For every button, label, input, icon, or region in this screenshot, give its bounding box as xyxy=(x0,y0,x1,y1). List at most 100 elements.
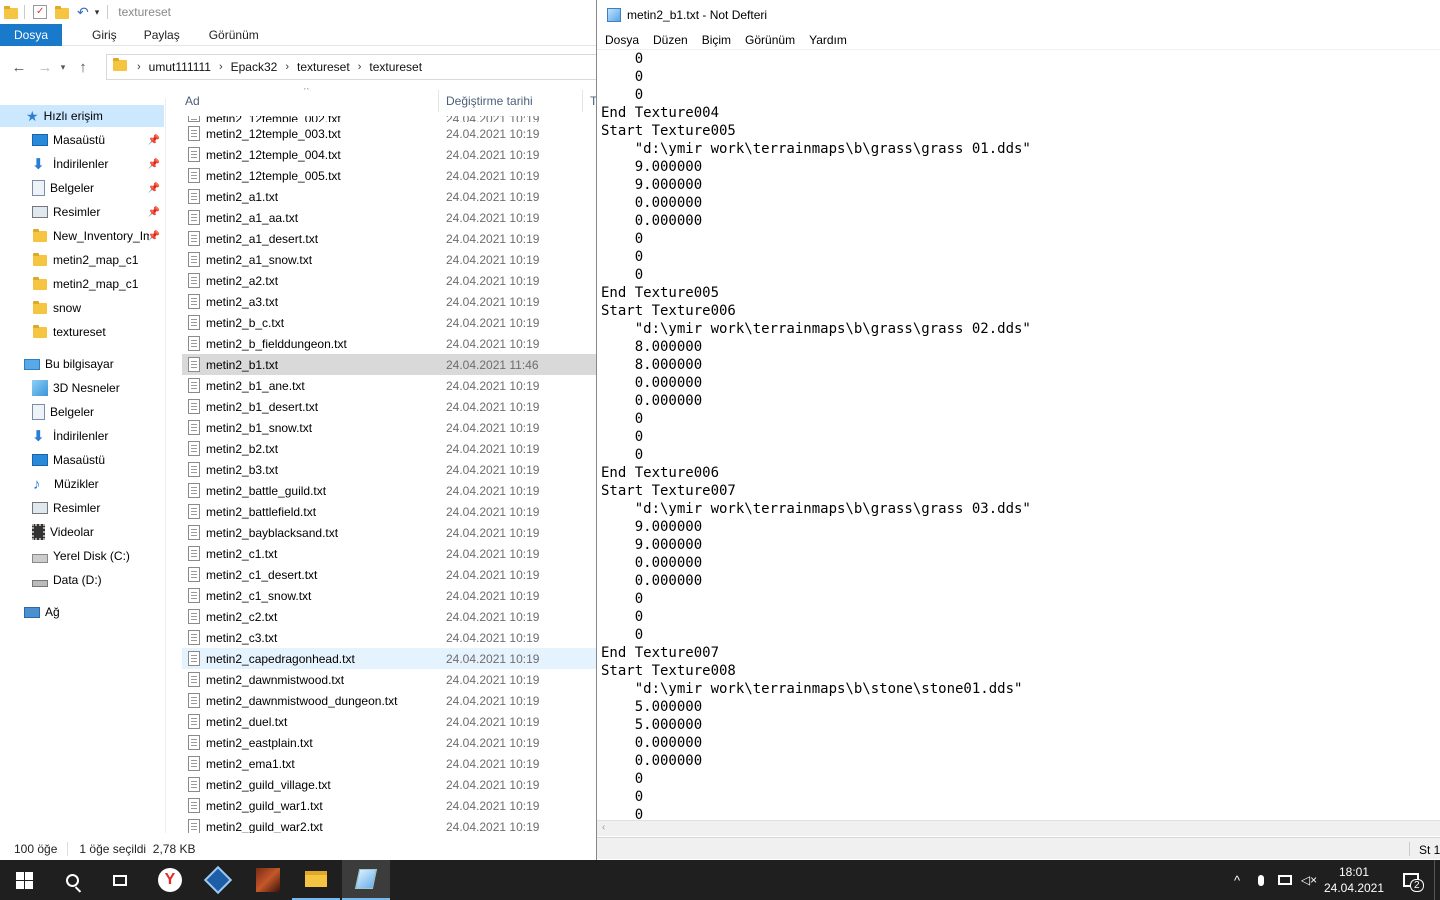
breadcrumb-item[interactable]: umut111111 xyxy=(149,60,211,74)
tab-share[interactable]: Paylaş xyxy=(130,24,193,46)
table-row[interactable]: metin2_battle_guild.txt 24.04.2021 10:19 xyxy=(182,480,598,501)
table-row[interactable]: metin2_capedragonhead.txt 24.04.2021 10:1… xyxy=(182,648,598,669)
pin-icon[interactable]: 📌 xyxy=(148,231,160,242)
tab-home[interactable]: Giriş xyxy=(62,24,130,46)
table-row[interactable]: metin2_a1_snow.txt 24.04.2021 10:19 xyxy=(182,249,598,270)
virtualbox-button[interactable] xyxy=(194,860,242,900)
task-view-button[interactable] xyxy=(96,860,144,900)
table-row[interactable]: metin2_eastplain.txt 24.04.2021 10:19 xyxy=(182,732,598,753)
nav-documents[interactable]: Belgeler xyxy=(0,401,164,423)
column-divider[interactable] xyxy=(582,90,583,112)
table-row[interactable]: metin2_guild_war1.txt 24.04.2021 10:19 xyxy=(182,795,598,816)
table-row[interactable]: metin2_battlefield.txt 24.04.2021 10:19 xyxy=(182,501,598,522)
breadcrumb-item[interactable]: textureset xyxy=(297,60,350,74)
clock[interactable]: 18:01 24.04.2021 xyxy=(1322,860,1386,900)
network-icon[interactable] xyxy=(1274,860,1296,900)
microphone-icon[interactable] xyxy=(1250,860,1272,900)
nav-downloads[interactable]: ⬇ İndirilenler xyxy=(0,425,164,447)
recent-locations-chevron-icon[interactable]: ▾ xyxy=(56,62,70,73)
table-row[interactable]: metin2_c2.txt 24.04.2021 10:19 xyxy=(182,606,598,627)
nav-folder[interactable]: snow xyxy=(0,297,164,319)
nav-folder[interactable]: textureset xyxy=(0,321,164,343)
menu-file[interactable]: Dosya xyxy=(597,33,646,47)
back-arrow-icon[interactable]: ← xyxy=(8,59,30,76)
start-button[interactable] xyxy=(0,860,48,900)
volume-muted-icon[interactable]: ◁× xyxy=(1298,860,1320,900)
table-row[interactable]: metin2_a1_desert.txt 24.04.2021 10:19 xyxy=(182,228,598,249)
chevron-right-icon[interactable]: › xyxy=(358,61,362,73)
table-row[interactable]: metin2_c1_snow.txt 24.04.2021 10:19 xyxy=(182,585,598,606)
table-row[interactable]: metin2_bayblacksand.txt 24.04.2021 10:19 xyxy=(182,522,598,543)
chevron-right-icon[interactable]: › xyxy=(137,61,141,73)
new-folder-icon[interactable] xyxy=(55,5,69,19)
table-row[interactable]: metin2_guild_war2.txt 24.04.2021 10:19 xyxy=(182,816,598,833)
table-row[interactable]: metin2_a1.txt 24.04.2021 10:19 xyxy=(182,186,598,207)
table-row[interactable]: metin2_c1_desert.txt 24.04.2021 10:19 xyxy=(182,564,598,585)
chevron-right-icon[interactable]: › xyxy=(285,61,289,73)
pin-icon[interactable]: 📌 xyxy=(148,207,160,218)
nav-music[interactable]: ♪ Müzikler xyxy=(0,473,164,495)
address-bar[interactable]: › umut111111 › Epack32 › textureset › te… xyxy=(106,54,598,80)
nav-quick-access[interactable]: ★ Hızlı erişim xyxy=(0,105,164,127)
table-row[interactable]: metin2_b_fielddungeon.txt 24.04.2021 10:1… xyxy=(182,333,598,354)
table-row[interactable]: metin2_a1_aa.txt 24.04.2021 10:19 xyxy=(182,207,598,228)
table-row[interactable]: metin2_12temple_004.txt 24.04.2021 10:19 xyxy=(182,144,598,165)
nav-local-disk-c[interactable]: Yerel Disk (C:) xyxy=(0,545,164,567)
table-row[interactable]: metin2_b1_snow.txt 24.04.2021 10:19 xyxy=(182,417,598,438)
nav-pictures[interactable]: Resimler 📌 xyxy=(0,201,164,223)
table-row[interactable]: metin2_dawnmistwood.txt 24.04.2021 10:19 xyxy=(182,669,598,690)
customize-qat-dropdown-icon[interactable]: ▾ xyxy=(95,7,100,18)
breadcrumb-item[interactable]: textureset xyxy=(369,60,422,74)
nav-folder[interactable]: metin2_map_c1 xyxy=(0,249,164,271)
breadcrumb-item[interactable]: Epack32 xyxy=(231,60,278,74)
table-row[interactable]: metin2_a2.txt 24.04.2021 10:19 xyxy=(182,270,598,291)
nav-downloads[interactable]: ⬇ İndirilenler 📌 xyxy=(0,153,164,175)
table-row[interactable]: metin2_dawnmistwood_dungeon.txt 24.04.202… xyxy=(182,690,598,711)
table-row[interactable]: metin2_12temple_003.txt 24.04.2021 10:19 xyxy=(182,123,598,144)
tab-view[interactable]: Görünüm xyxy=(193,24,272,46)
table-row[interactable]: metin2_duel.txt 24.04.2021 10:19 xyxy=(182,711,598,732)
file-explorer-button[interactable] xyxy=(292,860,340,900)
search-button[interactable] xyxy=(48,860,96,900)
nav-this-pc[interactable]: Bu bilgisayar xyxy=(0,353,164,375)
horizontal-scrollbar[interactable]: ‹ xyxy=(597,820,1440,836)
table-row[interactable]: metin2_a3.txt 24.04.2021 10:19 xyxy=(182,291,598,312)
table-row[interactable]: metin2_b3.txt 24.04.2021 10:19 xyxy=(182,459,598,480)
chevron-right-icon[interactable]: › xyxy=(219,61,223,73)
table-row[interactable]: metin2_guild_village.txt 24.04.2021 10:19 xyxy=(182,774,598,795)
table-row[interactable]: metin2_c1.txt 24.04.2021 10:19 xyxy=(182,543,598,564)
column-header-name[interactable]: Ad xyxy=(185,94,200,108)
notepad-taskbar-button[interactable] xyxy=(342,860,390,900)
column-divider[interactable] xyxy=(438,90,439,112)
show-hidden-icons-chevron[interactable]: ^ xyxy=(1226,860,1248,900)
menu-edit[interactable]: Düzen xyxy=(646,33,695,47)
nav-videos[interactable]: Videolar xyxy=(0,521,164,543)
pin-icon[interactable]: 📌 xyxy=(148,159,160,170)
game-app-button[interactable] xyxy=(244,860,292,900)
table-row[interactable]: metin2_c3.txt 24.04.2021 10:19 xyxy=(182,627,598,648)
table-row[interactable]: metin2_ema1.txt 24.04.2021 10:19 xyxy=(182,753,598,774)
scroll-left-icon[interactable]: ‹ xyxy=(602,822,605,833)
pin-icon[interactable]: 📌 xyxy=(148,183,160,194)
table-row[interactable]: metin2_b1_desert.txt 24.04.2021 10:19 xyxy=(182,396,598,417)
table-row[interactable]: metin2_b1_ane.txt 24.04.2021 10:19 xyxy=(182,375,598,396)
pin-icon[interactable]: 📌 xyxy=(148,135,160,146)
properties-icon[interactable]: ✓ xyxy=(33,5,47,19)
nav-folder[interactable]: New_Inventory_Im 📌 xyxy=(0,225,164,247)
forward-arrow-icon[interactable]: → xyxy=(34,59,56,76)
table-row[interactable]: metin2_12temple_002.txt 24.04.2021 10:19 xyxy=(182,110,598,122)
nav-desktop[interactable]: Masaüstü 📌 xyxy=(0,129,164,151)
table-row[interactable]: metin2_12temple_005.txt 24.04.2021 10:19 xyxy=(182,165,598,186)
yandex-browser-button[interactable]: Y xyxy=(146,860,194,900)
nav-network[interactable]: Ağ xyxy=(0,601,164,623)
title-bar[interactable]: metin2_b1.txt - Not Defteri xyxy=(597,0,1440,30)
notification-center-button[interactable]: 2 xyxy=(1396,860,1426,900)
menu-view[interactable]: Görünüm xyxy=(738,33,802,47)
menu-format[interactable]: Biçim xyxy=(695,33,738,47)
menu-help[interactable]: Yardım xyxy=(802,33,854,47)
nav-desktop[interactable]: Masaüstü xyxy=(0,449,164,471)
table-row[interactable]: metin2_b2.txt 24.04.2021 10:19 xyxy=(182,438,598,459)
undo-icon[interactable]: ↶ xyxy=(77,4,89,21)
nav-folder[interactable]: metin2_map_c1 xyxy=(0,273,164,295)
nav-documents[interactable]: Belgeler 📌 xyxy=(0,177,164,199)
